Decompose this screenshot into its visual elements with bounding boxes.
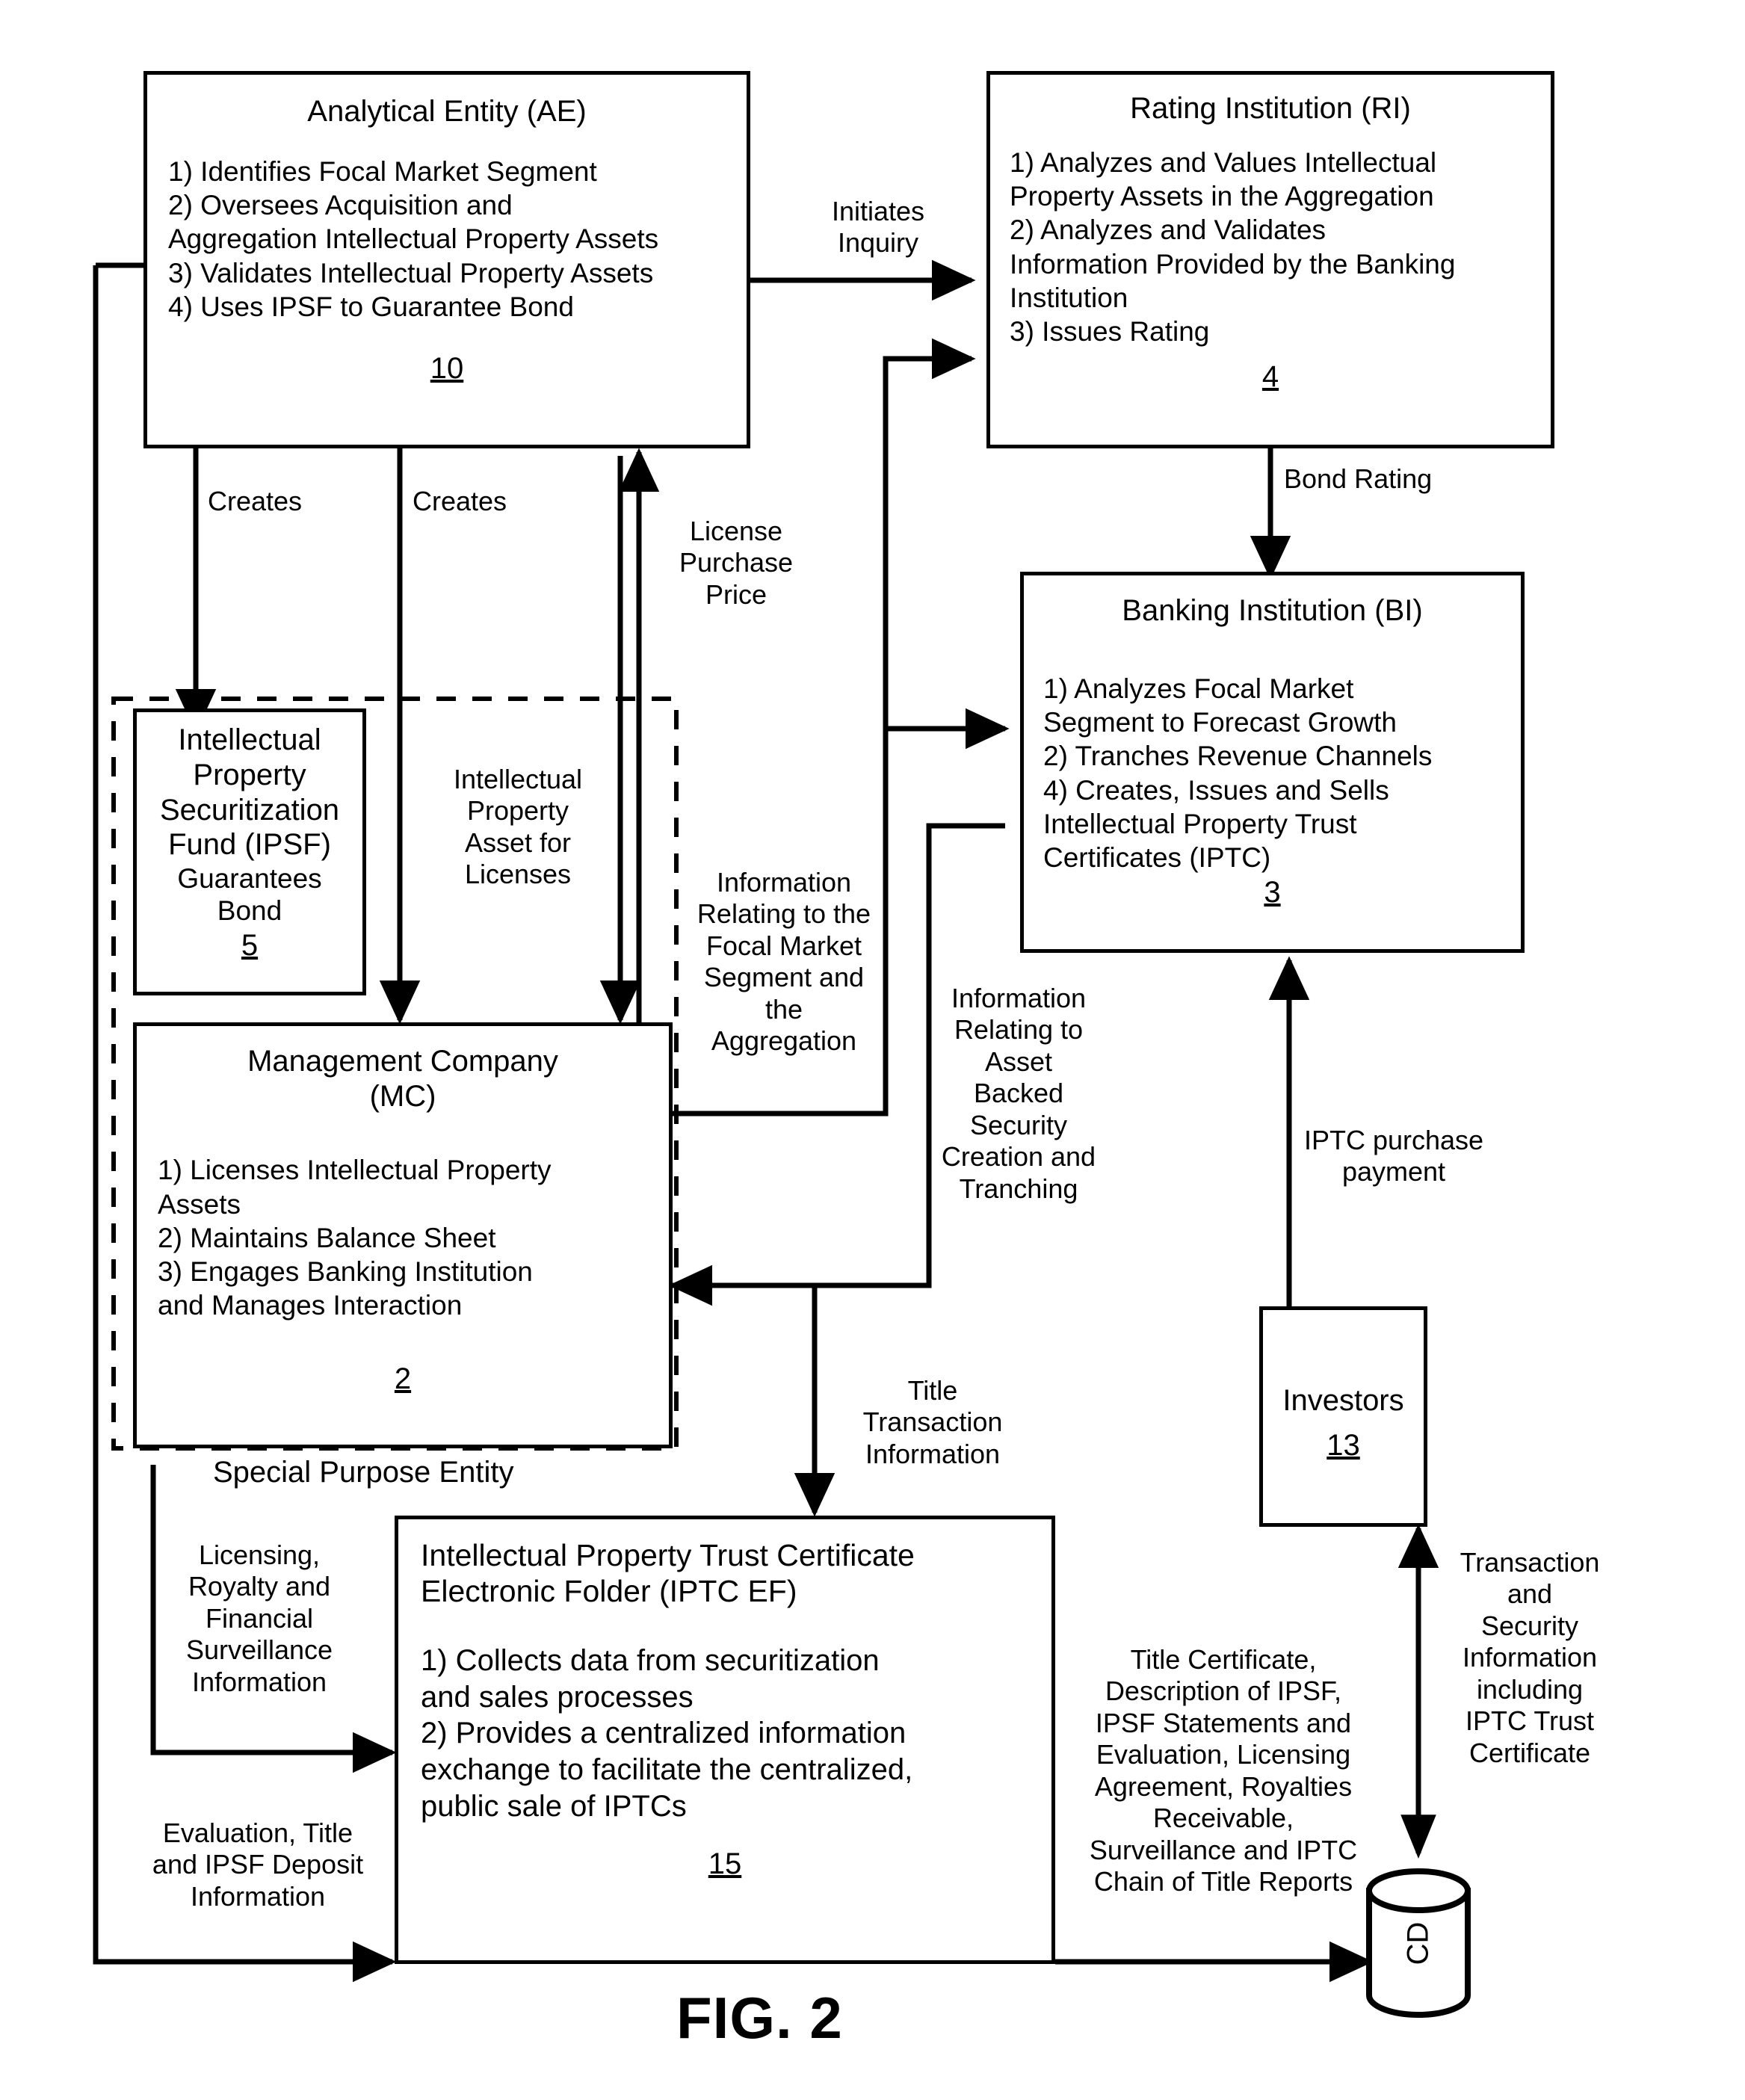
patent-figure-canvas: Analytical Entity (AE) 1) Identifies Foc… [0, 0, 1745, 2100]
management-company-item: 1) Licenses Intellectual Property [158, 1155, 552, 1186]
rating-institution-item: 2) Analyzes and Validates [1010, 214, 1326, 246]
management-company-title-line: (MC) [369, 1080, 436, 1114]
label-ip-asset-for-licenses: Intellectual Property Asset for Licenses [453, 764, 583, 890]
iptc-ef-item: 2) Provides a centralized information [421, 1717, 907, 1750]
label-transaction-security-info: Transaction and Security Information inc… [1460, 1547, 1600, 1768]
banking-institution-title: Banking Institution (BI) [1122, 594, 1423, 627]
box-iptc-electronic-folder[interactable]: Intellectual Property Trust Certificate … [395, 1516, 1055, 1964]
rating-institution-item: 3) Issues Rating [1010, 315, 1210, 347]
analytical-entity-item: 4) Uses IPSF to Guarantee Bond [168, 291, 574, 322]
management-company-item: and Manages Interaction [158, 1289, 463, 1321]
analytical-entity-ref: 10 [430, 351, 464, 385]
analytical-entity-title: Analytical Entity (AE) [307, 95, 587, 128]
management-company-item: Assets [158, 1188, 241, 1220]
label-license-purchase-price: License Purchase Price [679, 516, 794, 610]
iptc-ef-title-line: Intellectual Property Trust Certificate [421, 1538, 915, 1572]
analytical-entity-item: Aggregation Intellectual Property Assets [168, 223, 659, 255]
management-company-item: 2) Maintains Balance Sheet [158, 1222, 496, 1253]
rating-institution-item: 1) Analyzes and Values Intellectual [1010, 147, 1437, 179]
box-investors[interactable]: Investors 13 [1259, 1306, 1427, 1527]
ipsf-sub-line: Bond [217, 895, 282, 927]
label-creates-right: Creates [413, 486, 507, 516]
ipsf-title-line: Fund (IPSF) [168, 828, 331, 862]
investors-title: Investors [1282, 1384, 1404, 1417]
banking-institution-item: Certificates (IPTC) [1043, 841, 1271, 873]
label-iptc-purchase-payment: IPTC purchase payment [1303, 1125, 1484, 1188]
ipsf-sub-line: Guarantees [177, 863, 322, 895]
iptc-ef-item: public sale of IPTCs [421, 1789, 687, 1823]
label-initiates-inquiry: Initiates Inquiry [831, 196, 925, 259]
analytical-entity-item: 1) Identifies Focal Market Segment [168, 156, 597, 188]
iptc-ef-item: exchange to facilitate the centralized, [421, 1753, 913, 1787]
ipsf-ref: 5 [241, 928, 259, 962]
analytical-entity-item: 3) Validates Intellectual Property Asset… [168, 257, 654, 288]
box-ipsf[interactable]: Intellectual Property Securitization Fun… [133, 708, 366, 995]
label-title-transaction-info: Title Transaction Information [862, 1375, 1003, 1469]
banking-institution-ref: 3 [1264, 875, 1281, 909]
box-management-company[interactable]: Management Company (MC) 1) Licenses Inte… [133, 1022, 673, 1448]
box-rating-institution[interactable]: Rating Institution (RI) 1) Analyzes and … [986, 71, 1554, 448]
box-analytical-entity[interactable]: Analytical Entity (AE) 1) Identifies Foc… [143, 71, 750, 448]
investors-ref: 13 [1326, 1429, 1360, 1463]
database-label: CD [1401, 1921, 1435, 1965]
label-licensing-royalty: Licensing, Royalty and Financial Surveil… [185, 1540, 333, 1697]
box-banking-institution[interactable]: Banking Institution (BI) 1) Analyzes Foc… [1020, 572, 1525, 953]
banking-institution-item: Segment to Forecast Growth [1043, 707, 1397, 738]
banking-institution-item: 4) Creates, Issues and Sells [1043, 774, 1389, 806]
label-evaluation-title-ipsf: Evaluation, Title and IPSF Deposit Infor… [152, 1818, 364, 1912]
label-bond-rating: Bond Rating [1284, 463, 1433, 494]
analytical-entity-item: 2) Oversees Acquisition and [168, 190, 513, 221]
management-company-item: 3) Engages Banking Institution [158, 1256, 533, 1287]
ipsf-title-line: Intellectual [178, 723, 321, 756]
rating-institution-item: Information Provided by the Banking [1010, 248, 1456, 280]
iptc-ef-title-line: Electronic Folder (IPTC EF) [421, 1574, 797, 1609]
rating-institution-ref: 4 [1261, 359, 1279, 393]
rating-institution-item: Institution [1010, 282, 1128, 313]
banking-institution-item: Intellectual Property Trust [1043, 808, 1357, 839]
iptc-ef-ref: 15 [708, 1847, 742, 1880]
iptc-ef-item: and sales processes [421, 1680, 694, 1714]
banking-institution-item: 1) Analyzes Focal Market [1043, 673, 1354, 705]
label-info-asset-backed: Information Relating to Asset Backed Sec… [941, 983, 1096, 1204]
label-creates-left: Creates [208, 486, 303, 516]
management-company-ref: 2 [394, 1362, 412, 1395]
figure-caption: FIG. 2 [676, 1985, 843, 2051]
banking-institution-item: 2) Tranches Revenue Channels [1043, 741, 1433, 772]
ipsf-title-line: Property [193, 758, 306, 791]
rating-institution-title: Rating Institution (RI) [1130, 92, 1411, 125]
label-special-purpose-entity: Special Purpose Entity [213, 1456, 514, 1489]
ipsf-title-line: Securitization [159, 793, 340, 827]
rating-institution-item: Property Assets in the Aggregation [1010, 181, 1434, 212]
management-company-title-line: Management Company [247, 1045, 558, 1078]
iptc-ef-item: 1) Collects data from securitization [421, 1643, 880, 1677]
label-info-focal-market: Information Relating to the Focal Market… [697, 867, 871, 1057]
label-title-certificate-bundle: Title Certificate, Description of IPSF, … [1089, 1644, 1358, 1897]
